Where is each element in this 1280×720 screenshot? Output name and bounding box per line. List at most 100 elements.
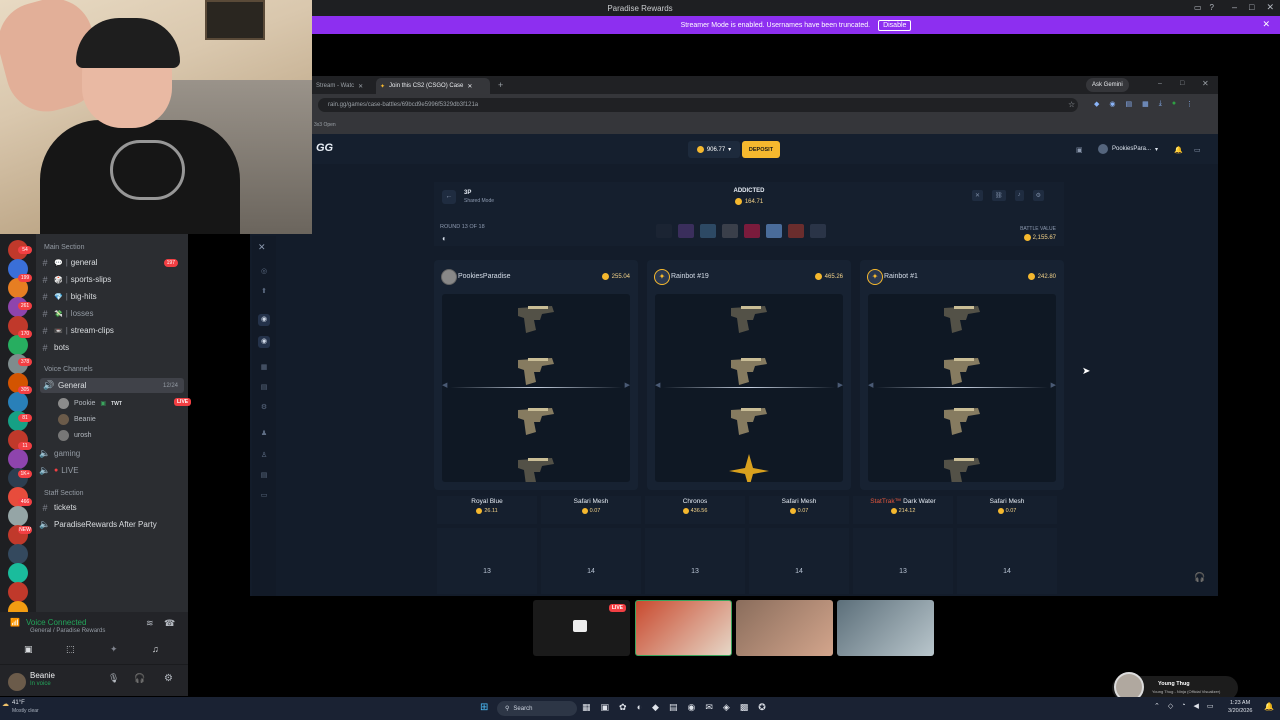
case-thumb[interactable] (722, 224, 738, 238)
channel-losses[interactable]: # 💸 | losses (36, 306, 186, 321)
app-icon[interactable]: ◈ (723, 702, 730, 713)
minimize-icon[interactable]: – (1232, 2, 1237, 13)
download-icon[interactable]: ⤓ (1159, 100, 1162, 108)
gift-icon[interactable]: ▣ (1076, 146, 1083, 154)
new-tab-icon[interactable]: + (498, 80, 503, 90)
channel-after-party[interactable]: 🔈 ParadiseRewards After Party (36, 517, 186, 532)
voice-channel-gaming[interactable]: 🔈 gaming (36, 446, 186, 461)
noise-suppression-icon[interactable]: ≋ (146, 618, 154, 629)
maximize-icon[interactable]: □ (1180, 80, 1184, 87)
tab-case-battle[interactable]: ✦ Join this CS2 (CSGO) Case ✕ (376, 78, 490, 94)
channel-bots[interactable]: # bots (36, 340, 186, 355)
close-tab-icon[interactable]: ✕ (467, 83, 472, 90)
stream-thumb-user[interactable] (635, 600, 732, 656)
user-menu[interactable]: PookiesPara... ▾ (1098, 144, 1158, 154)
copilot-icon[interactable]: ✿ (619, 702, 627, 713)
server-icon[interactable] (8, 544, 28, 564)
casino-icon[interactable]: ◎ (258, 266, 270, 278)
won-item[interactable]: StatTrak™ Dark Water 214.12 (853, 496, 953, 524)
volume-icon[interactable]: ◀ (1194, 702, 1199, 710)
chrome-icon[interactable]: ◉ (687, 702, 695, 713)
taskview-icon[interactable]: ▦ (582, 702, 591, 713)
folder-icon[interactable]: ▤ (669, 702, 678, 713)
chat-icon[interactable]: ▭ (1194, 146, 1201, 154)
fairness-icon[interactable]: ✕ (972, 190, 984, 201)
disable-streamer-mode-button[interactable]: Disable (878, 19, 912, 31)
banner-close-icon[interactable]: ✕ (1262, 19, 1270, 30)
bell-icon[interactable]: 🔔 (1174, 146, 1183, 154)
windows-start-icon[interactable]: ⊞ (480, 702, 488, 713)
close-icon[interactable]: ✕ (1266, 2, 1274, 13)
headphones-icon[interactable]: 🎧 (134, 673, 145, 684)
case-thumb[interactable] (810, 224, 826, 238)
maximize-icon[interactable]: □ (1249, 2, 1254, 13)
voice-user[interactable]: Beanie (58, 414, 96, 425)
soundboard-icon[interactable]: ♫ (152, 644, 159, 654)
case-thumb[interactable] (700, 224, 716, 238)
server-icon[interactable] (8, 563, 28, 583)
battery-icon[interactable]: ▭ (1207, 702, 1214, 710)
bookmark-item[interactable]: 3x3 Open (314, 122, 336, 128)
channel-tickets[interactable]: # tickets (36, 500, 186, 515)
chevron-up-icon[interactable]: ⌃ (1154, 702, 1160, 710)
case-thumb[interactable] (788, 224, 804, 238)
address-bar[interactable]: rain.gg/games/case-battles/69bcd9e5996f5… (318, 98, 1078, 112)
balance-display[interactable]: 906.77 ▾ (688, 141, 740, 158)
camera-icon[interactable]: ▣ (24, 644, 33, 655)
user-icon[interactable]: ♟ (258, 428, 270, 440)
screen-share-icon[interactable]: ⬚ (66, 644, 75, 655)
notification-icon[interactable]: 🔔 (1264, 702, 1274, 711)
won-item[interactable]: Royal Blue 26.11 (437, 496, 537, 524)
won-item[interactable]: Safari Mesh 0.07 (541, 496, 641, 524)
server-icon[interactable] (8, 392, 28, 412)
clock-date[interactable]: 3/20/2026 (1228, 708, 1252, 714)
avatar[interactable] (8, 673, 26, 691)
disconnect-icon[interactable]: ☎ (164, 618, 175, 629)
minimize-icon[interactable]: – (1158, 80, 1162, 87)
explorer-icon[interactable]: ▣ (601, 702, 610, 713)
category-staff[interactable]: Staff Section (44, 490, 84, 497)
stream-thumb-user[interactable] (736, 600, 833, 656)
inbox-icon[interactable]: ▭ (1194, 3, 1202, 12)
app-icon[interactable]: ✉ (705, 702, 713, 713)
wifi-icon[interactable]: ◔ (1181, 702, 1185, 710)
case-thumb[interactable] (766, 224, 782, 238)
link-icon[interactable]: ⛓ (992, 190, 1006, 201)
gear-icon[interactable]: ⚙ (164, 673, 173, 684)
channel-big-hits[interactable]: # 💎 | big-hits (36, 289, 186, 304)
gift-icon[interactable]: ⬆ (258, 286, 270, 298)
support-headset-icon[interactable]: 🎧 (1194, 572, 1205, 583)
case-thumb[interactable] (678, 224, 694, 238)
category-voice[interactable]: Voice Channels (44, 366, 93, 373)
site-logo[interactable]: GG (316, 142, 333, 154)
help-icon[interactable]: ? (1210, 3, 1214, 12)
close-icon[interactable]: ✕ (1202, 79, 1209, 88)
server-icon[interactable] (8, 582, 28, 602)
stream-thumb-screen[interactable]: LIVE (533, 600, 630, 656)
app-icon[interactable]: ▩ (740, 702, 749, 713)
crash-icon[interactable]: ▦ (258, 362, 270, 374)
clock-time[interactable]: 1:23 AM (1230, 700, 1250, 706)
channel-sports-slips[interactable]: # 🎲 | sports-slips (36, 272, 186, 287)
close-nav-icon[interactable]: ✕ (258, 242, 266, 253)
channel-general[interactable]: # 💬 | general 197 (36, 255, 186, 270)
settings-icon[interactable]: ⚙ (1032, 190, 1045, 201)
stream-thumb-user[interactable] (837, 600, 934, 656)
menu-icon[interactable]: ⋮ (1186, 100, 1193, 108)
bookmark-star-icon[interactable]: ☆ (1068, 100, 1075, 109)
taskbar-search[interactable]: ⚲ Search (497, 701, 577, 716)
leaderboard-icon[interactable]: ♙ (258, 450, 270, 462)
ask-gemini-button[interactable]: Ask Gemini (1086, 78, 1129, 92)
extension-icon[interactable]: ◆ (1094, 100, 1099, 108)
voice-channel-general[interactable]: 🔊 General 12/24 (40, 378, 184, 393)
back-button[interactable]: ← (442, 190, 456, 204)
cases-icon[interactable]: ◉ (258, 336, 270, 348)
ticket-icon[interactable]: ▤ (258, 470, 270, 482)
category-main[interactable]: Main Section (44, 244, 84, 251)
voice-channel-live[interactable]: 🔈 ● LIVE (36, 463, 186, 478)
app-icon[interactable]: ◆ (652, 702, 659, 713)
weather-temp[interactable]: 41°F (12, 700, 25, 706)
won-item[interactable]: Safari Mesh 0.07 (749, 496, 849, 524)
microphone-icon[interactable]: 🎙 (108, 673, 119, 684)
tab-stream[interactable]: Stream - Watc ✕ (312, 78, 374, 94)
